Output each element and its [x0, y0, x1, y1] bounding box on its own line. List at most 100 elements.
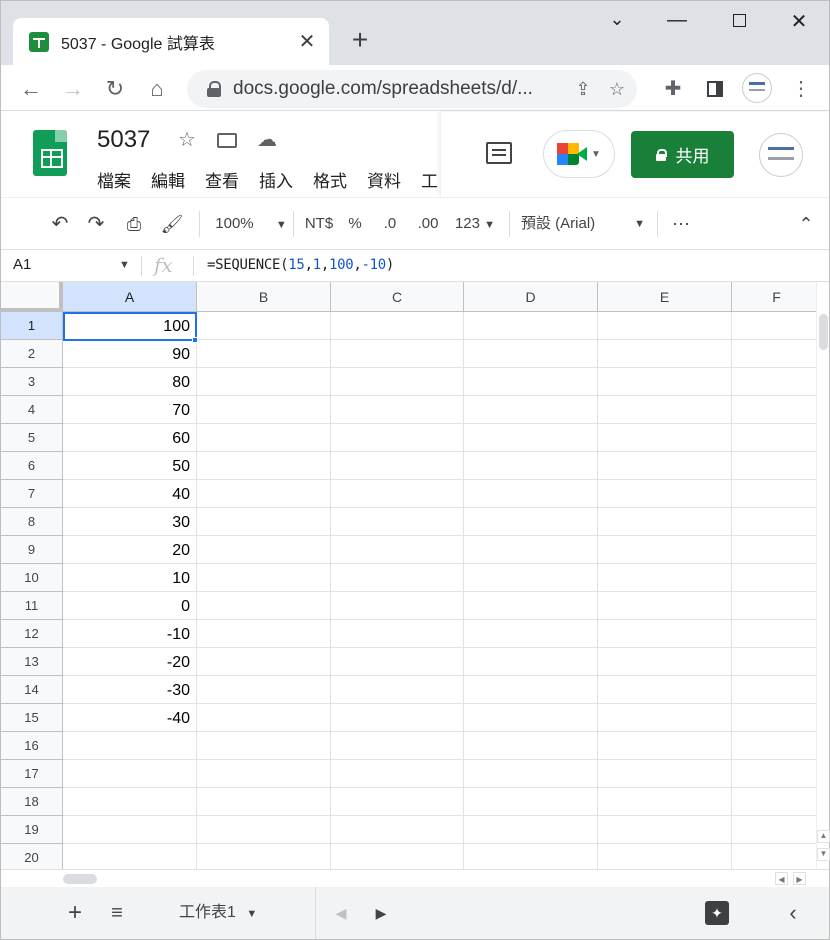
grid-cell[interactable]	[197, 816, 331, 844]
sheets-logo-icon[interactable]	[33, 130, 67, 176]
row-header[interactable]: 5	[1, 424, 63, 452]
vertical-scrollbar[interactable]: ▲ ▼	[816, 282, 830, 872]
row-header[interactable]: 17	[1, 760, 63, 788]
row-header[interactable]: 14	[1, 676, 63, 704]
grid-cell[interactable]: 40	[63, 480, 197, 508]
column-header[interactable]: E	[598, 282, 732, 312]
add-sheet-icon[interactable]: +	[61, 899, 89, 927]
row-header[interactable]: 20	[1, 844, 63, 869]
grid-cell[interactable]: 90	[63, 340, 197, 368]
row-header[interactable]: 13	[1, 648, 63, 676]
sheet-scroll-left-icon[interactable]: ◀	[327, 899, 355, 927]
scroll-up-icon[interactable]: ▲	[817, 830, 830, 843]
grid-cell[interactable]: 80	[63, 368, 197, 396]
grid-cell[interactable]	[331, 844, 464, 869]
grid-cell[interactable]: -20	[63, 648, 197, 676]
grid-cell[interactable]	[732, 340, 816, 368]
tab-close-icon[interactable]: ✕	[295, 30, 319, 54]
grid-cell[interactable]: 20	[63, 536, 197, 564]
grid-cell[interactable]	[331, 452, 464, 480]
grid-cell[interactable]	[464, 340, 598, 368]
grid-cell[interactable]	[197, 760, 331, 788]
grid-cell[interactable]	[197, 396, 331, 424]
grid-cell[interactable]	[598, 620, 732, 648]
grid-cell[interactable]	[197, 620, 331, 648]
grid-cell[interactable]	[598, 452, 732, 480]
scroll-down-icon[interactable]: ▼	[817, 848, 830, 861]
decrease-decimal-button[interactable]: .0	[377, 211, 403, 237]
row-header[interactable]: 16	[1, 732, 63, 760]
grid-cell[interactable]	[732, 788, 816, 816]
grid-cell[interactable]	[598, 312, 732, 340]
grid-cell[interactable]	[598, 508, 732, 536]
grid-cell[interactable]	[197, 424, 331, 452]
print-icon[interactable]: ⎙	[121, 211, 147, 237]
row-header[interactable]: 9	[1, 536, 63, 564]
minimize-icon[interactable]: —	[661, 9, 693, 33]
grid-cell[interactable]	[464, 536, 598, 564]
grid-cell[interactable]: 0	[63, 592, 197, 620]
row-header[interactable]: 19	[1, 816, 63, 844]
currency-button[interactable]: NT$	[301, 211, 337, 237]
doc-title[interactable]: 5037	[97, 126, 150, 154]
grid-cell[interactable]	[197, 704, 331, 732]
grid-cell[interactable]	[732, 536, 816, 564]
grid-cell[interactable]	[331, 340, 464, 368]
grid-cell[interactable]: 50	[63, 452, 197, 480]
grid-cell[interactable]	[331, 620, 464, 648]
menu-edit[interactable]: 編輯	[151, 167, 185, 192]
grid-cell[interactable]	[598, 592, 732, 620]
percent-button[interactable]: %	[344, 211, 366, 237]
menu-insert[interactable]: 插入	[259, 167, 293, 192]
cloud-status-icon[interactable]: ☁	[255, 128, 279, 152]
column-header[interactable]: B	[197, 282, 331, 312]
formula-input[interactable]: =SEQUENCE(15,1,100,-10)	[207, 257, 394, 273]
back-icon[interactable]: ←	[17, 75, 45, 103]
all-sheets-icon[interactable]: ≡	[103, 899, 131, 927]
column-header[interactable]: A	[63, 282, 197, 312]
meet-button[interactable]: ▼	[543, 130, 615, 178]
grid-cell[interactable]	[464, 648, 598, 676]
increase-decimal-button[interactable]: .00	[413, 211, 443, 237]
grid-cell[interactable]	[197, 508, 331, 536]
grid-cell[interactable]	[732, 732, 816, 760]
grid-cell[interactable]	[598, 396, 732, 424]
grid-cell[interactable]	[331, 816, 464, 844]
paint-format-icon[interactable]: 🖌	[159, 211, 185, 237]
grid-cell[interactable]	[331, 312, 464, 340]
horizontal-scroll-thumb[interactable]	[63, 874, 97, 884]
grid-cell[interactable]	[197, 312, 331, 340]
grid-cell[interactable]	[197, 480, 331, 508]
sheet-scroll-right-icon[interactable]: ▶	[367, 899, 395, 927]
sheet-tab-caret-icon[interactable]: ▼	[246, 908, 257, 920]
font-select[interactable]: 預設 (Arial) ▼	[521, 211, 649, 237]
grid-cell[interactable]	[732, 452, 816, 480]
account-avatar[interactable]	[759, 133, 803, 177]
grid-cell[interactable]	[598, 564, 732, 592]
grid-cell[interactable]	[331, 732, 464, 760]
side-panel-toggle-icon[interactable]: ‹	[779, 899, 807, 927]
menu-file[interactable]: 檔案	[97, 167, 131, 192]
grid-cell[interactable]	[732, 676, 816, 704]
profile-avatar[interactable]	[742, 73, 772, 103]
comment-history-icon[interactable]	[486, 142, 512, 164]
row-header[interactable]: 8	[1, 508, 63, 536]
redo-icon[interactable]: ↷	[83, 211, 109, 237]
browser-tab[interactable]: 5037 - Google 試算表 ✕	[13, 18, 329, 65]
grid-cell[interactable]	[197, 676, 331, 704]
grid-cell[interactable]	[598, 816, 732, 844]
grid-cell[interactable]	[331, 480, 464, 508]
grid-cell[interactable]	[331, 788, 464, 816]
menu-format[interactable]: 格式	[313, 167, 347, 192]
spreadsheet-grid[interactable]: A B C D E F 1 100 2 90 3 80 4 70 5 60 6 50 7 40 8 30 9 20 10 10 11…	[1, 282, 816, 869]
row-header[interactable]: 10	[1, 564, 63, 592]
grid-cell[interactable]	[464, 844, 598, 869]
grid-cell[interactable]	[197, 452, 331, 480]
grid-cell[interactable]	[197, 648, 331, 676]
row-header[interactable]: 15	[1, 704, 63, 732]
grid-cell[interactable]	[464, 564, 598, 592]
grid-cell[interactable]	[598, 648, 732, 676]
zoom-select[interactable]: 100% ▼	[211, 211, 291, 237]
grid-cell[interactable]	[464, 816, 598, 844]
grid-cell[interactable]	[197, 732, 331, 760]
